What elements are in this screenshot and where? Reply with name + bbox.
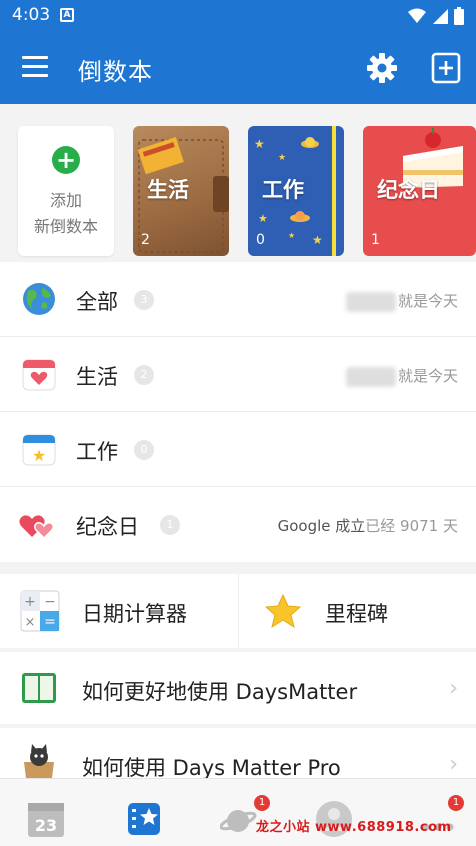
nav-books[interactable] — [124, 799, 164, 839]
book-name: 纪念日 — [377, 178, 440, 202]
category-latest: 就是今天 — [345, 365, 458, 387]
nav-calendar[interactable]: 23 — [26, 799, 66, 839]
category-name: 全部 — [76, 290, 118, 314]
book-count: 1 — [371, 232, 380, 248]
date-calculator-button[interactable]: + − × = 日期计算器 — [0, 574, 238, 648]
wifi-icon — [408, 8, 426, 23]
book-icon — [22, 673, 56, 703]
svg-text:−: − — [44, 594, 56, 610]
status-time: 4:03 — [12, 5, 51, 25]
category-count: 3 — [134, 290, 154, 310]
date-calculator-label: 日期计算器 — [82, 602, 187, 626]
notification-badge: 1 — [448, 795, 464, 811]
category-row-all[interactable]: 全部 3 就是今天 — [0, 262, 476, 337]
category-latest: 就是今天 — [345, 290, 458, 312]
category-row-work[interactable]: ★ 工作 0 — [0, 412, 476, 487]
book-life[interactable]: 生活 2 — [133, 126, 229, 256]
books-row: + 添加 新倒数本 生活 2 ★ ★ ★ ★ ★ 工作 0 纪念日 1 — [0, 104, 476, 262]
category-row-life[interactable]: 生活 2 就是今天 — [0, 337, 476, 412]
svg-text:+: + — [24, 594, 36, 610]
app-bar: 倒数本 — [0, 32, 476, 104]
gear-icon[interactable] — [366, 52, 398, 84]
page-title: 倒数本 — [78, 58, 153, 86]
signal-icon — [433, 9, 448, 24]
svg-text:★: ★ — [278, 153, 286, 163]
svg-text:★: ★ — [312, 233, 323, 247]
category-count: 1 — [160, 515, 180, 535]
category-row-anniversary[interactable]: 纪念日 1 Google 成立已经 9071 天 — [0, 487, 476, 562]
star-list-icon — [128, 803, 160, 835]
battery-icon — [454, 7, 464, 25]
svg-text:★: ★ — [288, 231, 295, 240]
add-book-icon[interactable] — [430, 52, 462, 84]
hearts-icon — [19, 515, 55, 540]
notification-badge: 1 — [254, 795, 270, 811]
notification-icon: A — [60, 8, 74, 22]
category-name: 纪念日 — [76, 515, 139, 539]
system-icons — [408, 7, 464, 25]
book-anniversary[interactable]: 纪念日 1 — [363, 126, 476, 256]
bottom-nav: 23 1 1 — [0, 778, 476, 846]
category-name: 生活 — [76, 365, 118, 389]
star-icon — [265, 594, 301, 628]
milestone-label: 里程碑 — [325, 602, 388, 626]
milestone-button[interactable]: 里程碑 — [238, 574, 476, 648]
category-latest: Google 成立已经 9071 天 — [277, 517, 458, 535]
book-work[interactable]: ★ ★ ★ ★ ★ 工作 0 — [248, 126, 344, 256]
chevron-right-icon: › — [449, 676, 458, 701]
calculator-icon: + − × = — [20, 590, 60, 632]
menu-icon[interactable] — [22, 56, 48, 80]
category-count: 0 — [134, 440, 154, 460]
calendar-heart-icon — [22, 359, 56, 391]
add-book-card[interactable]: + 添加 新倒数本 — [18, 126, 114, 256]
category-count: 2 — [134, 365, 154, 385]
nav-discover[interactable]: 1 — [219, 795, 270, 839]
status-bar: 4:03 A — [0, 0, 476, 32]
calendar-day: 23 — [34, 816, 58, 835]
svg-text:=: = — [44, 614, 56, 630]
svg-text:★: ★ — [254, 137, 265, 151]
svg-text:×: × — [25, 615, 36, 630]
chevron-right-icon: › — [449, 752, 458, 777]
guide-label: 如何更好地使用 DaysMatter — [82, 680, 358, 704]
book-count: 0 — [256, 232, 265, 248]
category-list: 全部 3 就是今天 生活 2 就是今天 ★ 工作 0 纪念日 1 Google … — [0, 262, 476, 562]
book-name: 工作 — [262, 178, 304, 202]
guide-row-daysmatter[interactable]: 如何更好地使用 DaysMatter › — [0, 652, 476, 724]
book-name: 生活 — [147, 178, 189, 202]
svg-text:★: ★ — [258, 212, 268, 225]
calendar-star-icon: ★ — [22, 434, 56, 466]
plus-icon: + — [52, 146, 80, 174]
add-book-label: 添加 新倒数本 — [33, 191, 98, 236]
book-count: 2 — [141, 232, 150, 248]
cat-box-icon — [24, 744, 54, 778]
svg-text:★: ★ — [32, 446, 46, 465]
globe-icon — [23, 283, 55, 315]
watermark: 龙之小站 www.688918.com — [256, 820, 452, 835]
category-name: 工作 — [76, 440, 118, 464]
tools-row: + − × = 日期计算器 里程碑 — [0, 574, 476, 648]
